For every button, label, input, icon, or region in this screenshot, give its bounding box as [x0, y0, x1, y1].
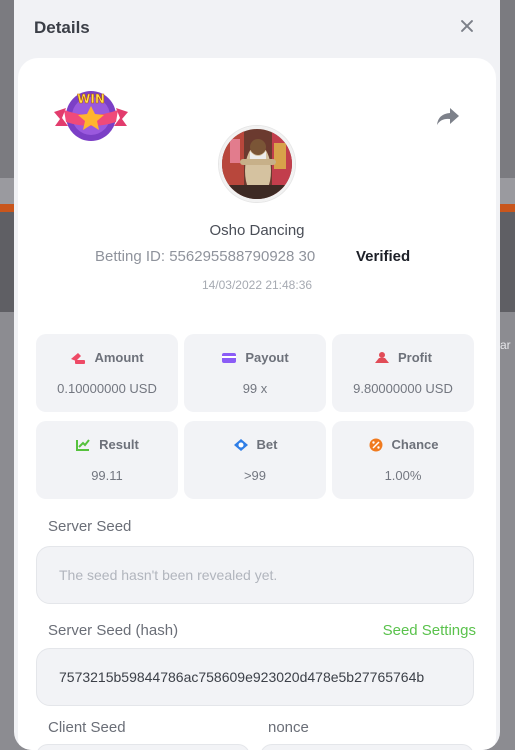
betting-id-value: 556295588790928 30 [169, 248, 316, 265]
stat-value: 9.80000000 USD [353, 381, 453, 396]
server-seed-label: Server Seed [48, 518, 132, 535]
server-seed-field[interactable]: The seed hasn't been revealed yet. [36, 546, 474, 604]
betting-id: Betting ID: 556295588790928 30 [95, 248, 315, 265]
bet-timestamp: 14/03/2022 21:48:36 [201, 278, 313, 292]
stat-amount: Amount 0.10000000 USD [36, 334, 178, 412]
profit-icon [375, 351, 390, 363]
chance-icon [369, 438, 383, 451]
modal-title: Details [34, 18, 90, 37]
background-text: ar [500, 338, 511, 352]
stat-value: 0.10000000 USD [57, 381, 157, 396]
stat-chance: Chance 1.00% [332, 421, 474, 499]
betting-id-label: Betting ID: [95, 248, 166, 265]
game-name: Osho Dancing [209, 222, 305, 239]
client-seed-field[interactable] [36, 744, 250, 750]
badge-text: WIN [77, 92, 105, 106]
stat-label: Result [99, 437, 139, 452]
result-icon [76, 438, 90, 451]
stat-value: 99 x [242, 381, 268, 396]
close-icon[interactable] [456, 16, 478, 38]
server-seed-hash-value: 7573215b59844786ac758609e923020d478e5b27… [59, 669, 425, 685]
details-modal: Details WIN Osho Dancing Betting ID: 556… [14, 0, 500, 750]
stat-label: Amount [94, 350, 144, 365]
stat-label: Chance [391, 437, 439, 452]
money-icon [71, 352, 86, 364]
verified-badge: Verified [356, 248, 411, 265]
game-avatar [219, 126, 295, 202]
server-seed-hash-label: Server Seed (hash) [48, 622, 179, 639]
seed-settings-link[interactable]: Seed Settings [383, 622, 476, 639]
card-icon [222, 352, 237, 363]
nonce-label: nonce [268, 719, 309, 736]
stat-value: 99.11 [91, 468, 123, 483]
details-card: WIN Osho Dancing Betting ID: 55629558879 [18, 58, 496, 750]
server-seed-hash-field[interactable]: 7573215b59844786ac758609e923020d478e5b27… [36, 648, 474, 706]
stat-label: Payout [245, 350, 289, 365]
stat-payout: Payout 99 x [184, 334, 326, 412]
game-thumbnail [222, 129, 292, 199]
share-icon[interactable] [436, 106, 460, 126]
stat-result: Result 99.11 [36, 421, 178, 499]
stat-profit: Profit 9.80000000 USD [332, 334, 474, 412]
stat-bet: Bet >99 [184, 421, 326, 499]
win-badge-icon: WIN [54, 91, 128, 141]
bet-icon [233, 438, 248, 451]
stat-value: >99 [243, 468, 267, 483]
server-seed-placeholder: The seed hasn't been revealed yet. [59, 567, 278, 583]
stat-label: Profit [398, 350, 432, 365]
nonce-field[interactable] [260, 744, 474, 750]
stat-value: 1.00% [384, 468, 422, 483]
stat-label: Bet [256, 437, 278, 452]
client-seed-label: Client Seed [48, 719, 126, 736]
